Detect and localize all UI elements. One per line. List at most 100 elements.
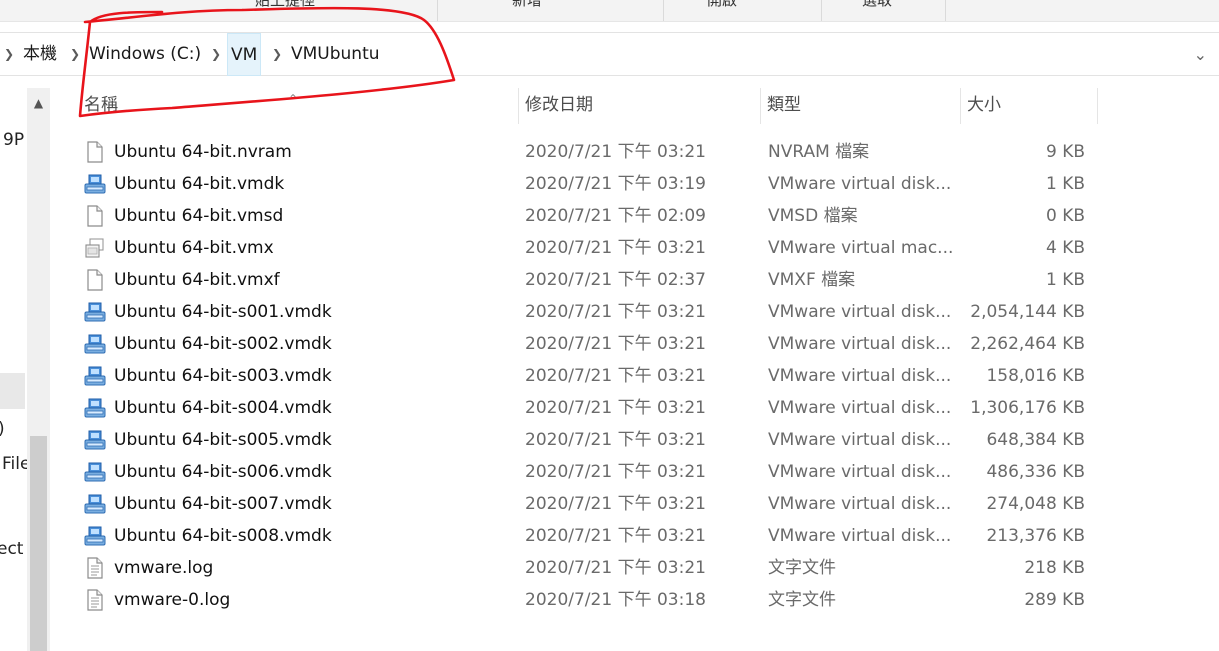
chevron-right-icon[interactable]: ❯ <box>70 33 80 76</box>
file-name: Ubuntu 64-bit.vmxf <box>114 270 280 290</box>
file-size: 1,306,176 KB <box>970 398 1085 418</box>
breadcrumb-vm[interactable]: VM <box>227 33 262 76</box>
file-modified-date: 2020/7/21 下午 03:21 <box>525 526 706 546</box>
file-size: 289 KB <box>1024 590 1085 610</box>
file-modified-date: 2020/7/21 下午 03:21 <box>525 430 706 450</box>
ribbon-item[interactable]: 新增 <box>512 0 542 10</box>
file-type: VMXF 檔案 <box>768 270 856 290</box>
column-header-label: 類型 <box>767 95 801 115</box>
file-size: 274,048 KB <box>986 494 1085 514</box>
file-modified-date: 2020/7/21 下午 03:21 <box>525 366 706 386</box>
file-type: 文字文件 <box>768 558 836 578</box>
file-size: 1 KB <box>1045 174 1085 194</box>
text-file-icon <box>83 588 107 612</box>
file-size: 213,376 KB <box>986 526 1085 546</box>
file-row[interactable]: Ubuntu 64-bit-s005.vmdk 2020/7/21 下午 03:2… <box>78 424 1108 456</box>
file-name: Ubuntu 64-bit.vmx <box>114 238 274 258</box>
file-row[interactable]: Ubuntu 64-bit-s002.vmdk 2020/7/21 下午 03:2… <box>78 328 1108 360</box>
file-type: VMSD 檔案 <box>768 206 858 226</box>
column-header-label: 名稱 <box>84 95 118 115</box>
file-size: 648,384 KB <box>986 430 1085 450</box>
column-header-name[interactable]: ⌃ 名稱 <box>78 88 519 124</box>
file-row[interactable]: Ubuntu 64-bit.vmxf 2020/7/21 下午 02:37 VMXF… <box>78 264 1108 296</box>
vmware-disk-icon <box>83 524 107 548</box>
sort-caret-icon: ⌃ <box>288 92 299 106</box>
file-modified-date: 2020/7/21 下午 03:21 <box>525 334 706 354</box>
file-size: 158,016 KB <box>986 366 1085 386</box>
column-header-size[interactable]: 大小 <box>961 88 1098 124</box>
file-modified-date: 2020/7/21 下午 02:09 <box>525 206 706 226</box>
file-modified-date: 2020/7/21 下午 03:21 <box>525 142 706 162</box>
file-modified-date: 2020/7/21 下午 03:21 <box>525 398 706 418</box>
chevron-right-icon[interactable]: ❯ <box>4 33 14 76</box>
blank-file-icon <box>83 204 107 228</box>
file-size: 2,262,464 KB <box>970 334 1085 354</box>
vmware-disk-icon <box>83 300 107 324</box>
file-row[interactable]: Ubuntu 64-bit-s003.vmdk 2020/7/21 下午 03:2… <box>78 360 1108 392</box>
chevron-right-icon[interactable]: ❯ <box>211 33 221 76</box>
column-header-type[interactable]: 類型 <box>761 88 961 124</box>
column-divider[interactable] <box>1097 88 1098 124</box>
column-header-label: 大小 <box>967 95 1001 115</box>
file-row[interactable]: vmware-0.log 2020/7/21 下午 03:18 文字文件 289 KB <box>78 584 1108 616</box>
file-row[interactable]: Ubuntu 64-bit.vmx 2020/7/21 下午 03:21 VMwar… <box>78 232 1108 264</box>
address-bar[interactable]: ❯ 本機 ❯ Windows (C:) ❯ VM ❯ VMUbuntu ⌄ <box>0 32 1219 76</box>
vmware-disk-icon <box>83 460 107 484</box>
file-name: vmware-0.log <box>114 590 231 610</box>
file-modified-date: 2020/7/21 下午 03:21 <box>525 238 706 258</box>
vmware-disk-icon <box>83 492 107 516</box>
file-modified-date: 2020/7/21 下午 03:21 <box>525 558 706 578</box>
file-row[interactable]: Ubuntu 64-bit-s004.vmdk 2020/7/21 下午 03:2… <box>78 392 1108 424</box>
file-name: vmware.log <box>114 558 214 578</box>
file-row[interactable]: Ubuntu 64-bit.nvram 2020/7/21 下午 03:21 NVR… <box>78 136 1108 168</box>
file-modified-date: 2020/7/21 下午 03:19 <box>525 174 706 194</box>
file-size: 2,054,144 KB <box>970 302 1085 322</box>
vmware-vm-icon <box>83 236 107 260</box>
file-type: VMware virtual disk... <box>768 398 952 418</box>
nav-item-fragment[interactable]: 9P <box>3 130 24 150</box>
file-modified-date: 2020/7/21 下午 02:37 <box>525 270 706 290</box>
breadcrumb-this-pc[interactable]: 本機 <box>23 33 57 76</box>
file-name: Ubuntu 64-bit-s005.vmdk <box>114 430 332 450</box>
file-row[interactable]: Ubuntu 64-bit.vmdk 2020/7/21 下午 03:19 VMwa… <box>78 168 1108 200</box>
ribbon-item[interactable]: 選取 <box>862 0 892 10</box>
file-name: Ubuntu 64-bit-s006.vmdk <box>114 462 332 482</box>
file-row[interactable]: vmware.log 2020/7/21 下午 03:21 文字文件 218 KB <box>78 552 1108 584</box>
chevron-down-icon[interactable]: ⌄ <box>1194 33 1207 76</box>
nav-selected-item[interactable] <box>0 373 25 409</box>
file-row[interactable]: Ubuntu 64-bit.vmsd 2020/7/21 下午 02:09 VMSD… <box>78 200 1108 232</box>
file-name: Ubuntu 64-bit.nvram <box>114 142 292 162</box>
ribbon-divider <box>821 0 822 21</box>
breadcrumb-vmubuntu[interactable]: VMUbuntu <box>291 33 380 76</box>
column-header-date[interactable]: 修改日期 <box>519 88 761 124</box>
file-type: VMware virtual disk... <box>768 526 952 546</box>
ribbon-divider <box>663 0 664 21</box>
scroll-up-icon[interactable]: ▲ <box>27 88 50 118</box>
blank-file-icon <box>83 268 107 292</box>
ribbon-item[interactable]: 開啟 <box>707 0 737 10</box>
file-modified-date: 2020/7/21 下午 03:21 <box>525 462 706 482</box>
file-row[interactable]: Ubuntu 64-bit-s008.vmdk 2020/7/21 下午 03:2… <box>78 520 1108 552</box>
chevron-right-icon[interactable]: ❯ <box>272 33 282 76</box>
file-type: VMware virtual mac... <box>768 238 954 258</box>
file-name: Ubuntu 64-bit-s001.vmdk <box>114 302 332 322</box>
file-modified-date: 2020/7/21 下午 03:18 <box>525 590 706 610</box>
file-size: 1 KB <box>1045 270 1085 290</box>
ribbon-item[interactable]: 貼上捷徑 <box>255 0 315 10</box>
nav-item-fragment[interactable]: ect <box>0 539 23 559</box>
file-type: VMware virtual disk... <box>768 430 952 450</box>
file-row[interactable]: Ubuntu 64-bit-s007.vmdk 2020/7/21 下午 03:2… <box>78 488 1108 520</box>
nav-scrollbar[interactable]: ▲ <box>27 88 50 651</box>
nav-item-fragment[interactable]: ) <box>0 419 5 439</box>
scroll-thumb[interactable] <box>30 436 47 651</box>
file-type: VMware virtual disk... <box>768 366 952 386</box>
ribbon-strip: 貼上捷徑 新增 開啟 選取 <box>0 0 1219 22</box>
file-size: 486,336 KB <box>986 462 1085 482</box>
file-type: NVRAM 檔案 <box>768 142 870 162</box>
file-type: VMware virtual disk... <box>768 174 952 194</box>
file-size: 218 KB <box>1024 558 1085 578</box>
file-row[interactable]: Ubuntu 64-bit-s006.vmdk 2020/7/21 下午 03:2… <box>78 456 1108 488</box>
file-row[interactable]: Ubuntu 64-bit-s001.vmdk 2020/7/21 下午 03:2… <box>78 296 1108 328</box>
breadcrumb-windows-c[interactable]: Windows (C:) <box>89 33 201 76</box>
vmware-disk-icon <box>83 172 107 196</box>
